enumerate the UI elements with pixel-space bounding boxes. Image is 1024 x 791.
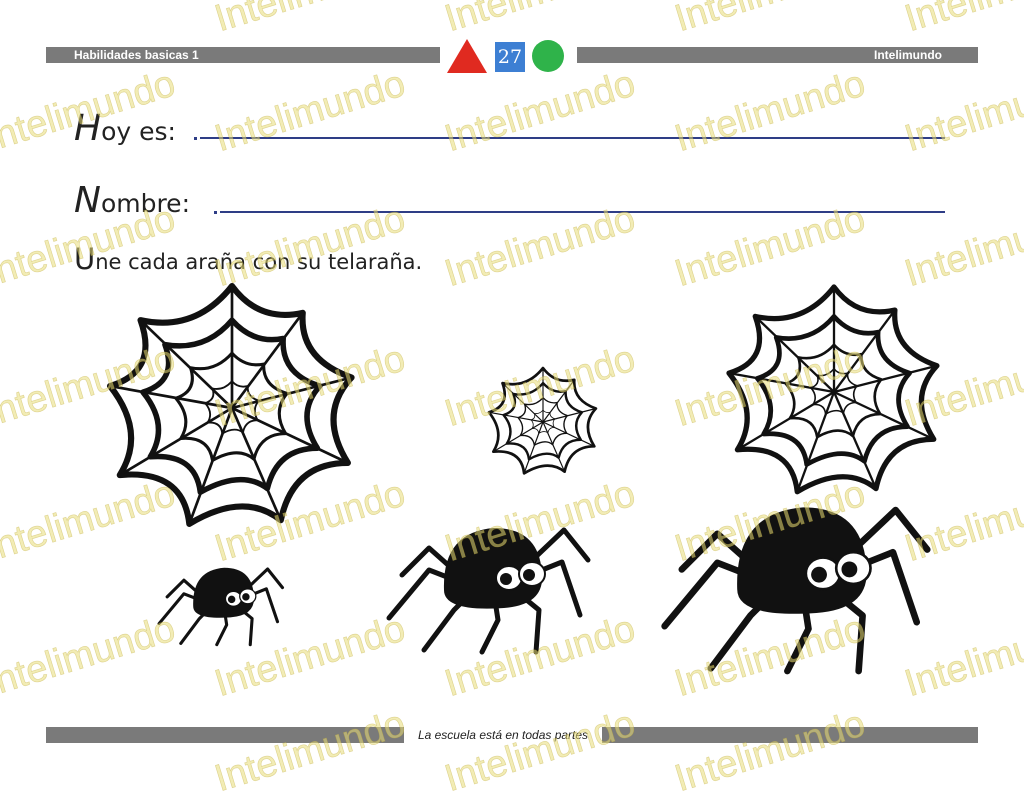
worksheet-page: Habilidades basicas 1 27 Intelimundo Hoy… <box>0 0 1024 791</box>
web-large-right <box>729 287 937 492</box>
spider-small <box>157 566 285 647</box>
footer-slogan: La escuela está en todas partes <box>404 723 602 747</box>
web-small-center <box>487 366 598 475</box>
matching-artwork <box>0 0 1024 791</box>
footer-bar: La escuela está en todas partes <box>46 723 978 747</box>
spider-large <box>665 507 928 671</box>
web-large-left <box>110 286 352 524</box>
spider-medium <box>389 528 588 652</box>
